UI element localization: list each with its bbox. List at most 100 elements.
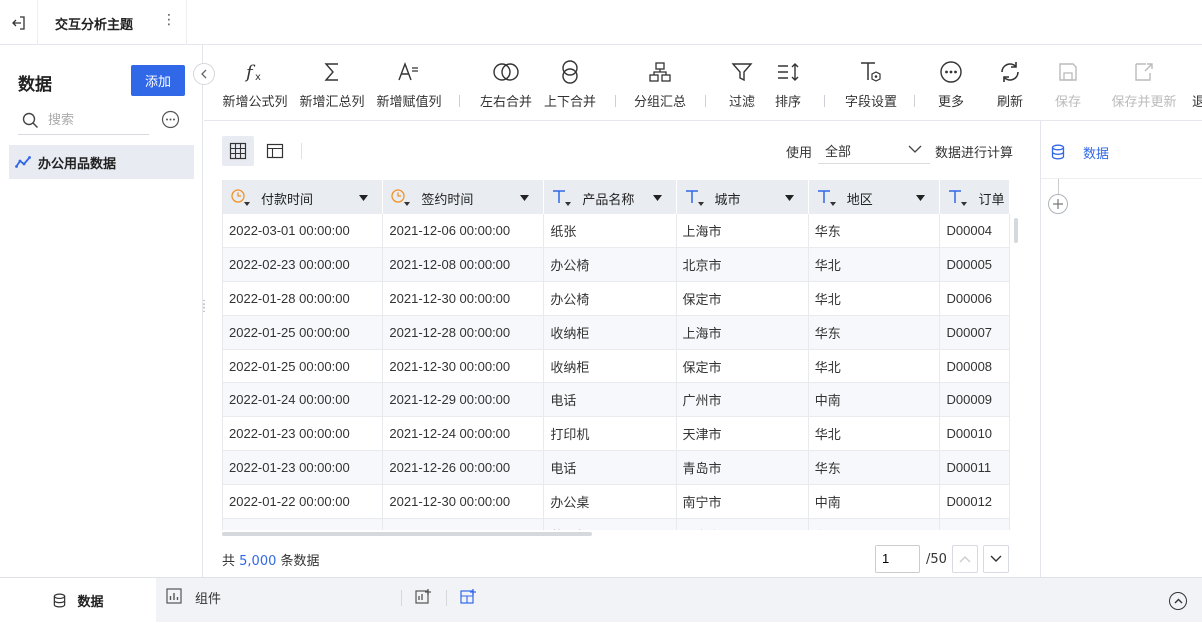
table-cell: D00013 bbox=[939, 518, 1010, 530]
search-icon bbox=[22, 112, 38, 128]
toolbar-label: 保存并更新 bbox=[1111, 95, 1177, 110]
table-cell: 2021-12-29 00:00:00 bbox=[382, 382, 545, 418]
sort-icon bbox=[778, 63, 799, 81]
tab-data[interactable]: 数据 bbox=[0, 578, 156, 623]
table-row[interactable]: 2022-01-23 00:00:00 2021-12-24 00:00:00 打印… bbox=[223, 416, 1010, 452]
step-item-data[interactable]: 数据 bbox=[1041, 121, 1202, 179]
exit-button[interactable] bbox=[0, 0, 38, 45]
table-cell: 2022-03-01 00:00:00 bbox=[223, 214, 384, 249]
add-assign-column-button[interactable]: 新增赋值列 bbox=[374, 57, 444, 117]
group-summary-icon bbox=[649, 62, 671, 82]
table-row[interactable]: 2022-02-23 00:00:00 2021-12-08 00:00:00 办公… bbox=[223, 247, 1010, 283]
exit-toolbar-button[interactable]: 退 bbox=[1192, 57, 1202, 117]
table-row[interactable]: 2022-03-01 00:00:00 2021-12-06 00:00:00 纸张… bbox=[223, 214, 1010, 249]
formula-icon: fx bbox=[244, 62, 261, 83]
table-cell: D00005 bbox=[939, 247, 1010, 283]
refresh-button[interactable]: 刷新 bbox=[989, 57, 1031, 117]
caret-down-icon[interactable] bbox=[359, 195, 369, 201]
add-button[interactable]: 添加 bbox=[131, 65, 185, 96]
table-cell: 2022-01-22 00:00:00 bbox=[223, 484, 384, 519]
column-header[interactable]: 签约时间 bbox=[382, 180, 545, 214]
left-right-merge-button[interactable]: 左右合并 bbox=[476, 57, 536, 117]
svg-text:x: x bbox=[255, 72, 261, 83]
toolbar-label: 排序 bbox=[774, 95, 801, 110]
table-row[interactable]: 2022-01-23 00:00:00 2021-12-26 00:00:00 电话… bbox=[223, 450, 1010, 485]
group-summary-button[interactable]: 分组汇总 bbox=[630, 57, 690, 117]
resize-handle-icon[interactable]: ⋮ ⋮ bbox=[199, 300, 209, 314]
text-type-icon bbox=[553, 190, 572, 206]
filter-button[interactable]: 过滤 bbox=[720, 57, 764, 117]
table-cell: 2022-02-23 00:00:00 bbox=[223, 247, 384, 283]
search-input[interactable] bbox=[48, 110, 146, 130]
table-row[interactable]: 2022-01-22 00:00:002021-12-24 00:00:00装订… bbox=[223, 518, 1010, 530]
caret-down-icon[interactable] bbox=[520, 195, 530, 201]
column-header[interactable]: 订单 bbox=[939, 180, 1010, 214]
toolbar: fx 新增公式列 新增汇总列 新增赋值列 左右合并 上下合并 分组汇总 过滤 排… bbox=[204, 45, 1202, 121]
more-options-icon[interactable] bbox=[161, 110, 180, 129]
header-row: 付款时间 签约时间 产品名称 城市 地区 订单 bbox=[223, 180, 1010, 214]
toolbar-label: 上下合并 bbox=[543, 95, 596, 110]
sort-button[interactable]: 排序 bbox=[766, 57, 810, 117]
table-cell: 北京市 bbox=[676, 518, 809, 530]
table-cell: 华东 bbox=[808, 450, 941, 485]
dataset-item[interactable]: 办公用品数据 bbox=[9, 145, 194, 179]
dataset-label: 办公用品数据 bbox=[38, 156, 117, 172]
table-cell: 2022-01-25 00:00:00 bbox=[223, 315, 384, 350]
add-dashboard-icon[interactable] bbox=[460, 588, 477, 605]
column-header[interactable]: 地区 bbox=[808, 180, 941, 214]
date-type-icon bbox=[231, 189, 250, 206]
toolbar-label: 过滤 bbox=[728, 95, 755, 110]
caret-down-icon[interactable] bbox=[784, 195, 794, 201]
caret-down-icon[interactable] bbox=[916, 195, 926, 201]
caret-down-icon[interactable] bbox=[652, 195, 662, 201]
table-row[interactable]: 2022-01-25 00:00:00 2021-12-28 00:00:00 收纳… bbox=[223, 315, 1010, 350]
table-row[interactable]: 2022-01-22 00:00:00 2021-12-30 00:00:00 办公… bbox=[223, 484, 1010, 519]
table-cell: 办公椅 bbox=[543, 247, 677, 283]
more-button[interactable]: 更多 bbox=[930, 57, 972, 117]
table-cell: 华北 bbox=[808, 247, 941, 283]
column-header[interactable]: 城市 bbox=[676, 180, 809, 214]
toolbar-label: 左右合并 bbox=[479, 95, 532, 110]
up-down-merge-button[interactable]: 上下合并 bbox=[540, 57, 600, 117]
tab-components[interactable]: 组件 bbox=[156, 578, 401, 623]
toolbar-label: 新增赋值列 bbox=[376, 95, 442, 110]
vertical-scrollbar[interactable] bbox=[1014, 218, 1018, 243]
toolbar-separator bbox=[459, 95, 460, 107]
column-header[interactable]: 付款时间 bbox=[223, 180, 384, 214]
table-cell: 华北 bbox=[808, 281, 941, 316]
table-cell: 电话 bbox=[543, 450, 677, 485]
table-cell: D00011 bbox=[939, 450, 1010, 485]
layout-icon bbox=[266, 143, 284, 159]
field-settings-icon bbox=[861, 62, 881, 82]
add-formula-column-button[interactable]: fx 新增公式列 bbox=[220, 57, 290, 117]
column-header[interactable]: 产品名称 bbox=[543, 180, 677, 214]
horizontal-scrollbar[interactable] bbox=[222, 532, 592, 536]
next-page-button[interactable] bbox=[983, 545, 1009, 573]
save-and-update-button[interactable]: 保存并更新 bbox=[1106, 57, 1182, 117]
grid-view-button[interactable] bbox=[222, 136, 254, 166]
layout-view-button[interactable] bbox=[259, 136, 291, 166]
table-cell: 天津市 bbox=[676, 416, 809, 452]
field-settings-button[interactable]: 字段设置 bbox=[838, 57, 904, 117]
column-name: 订单 bbox=[978, 193, 1005, 208]
page-number-input[interactable] bbox=[876, 546, 916, 570]
table-cell: 2021-12-26 00:00:00 bbox=[382, 450, 545, 485]
data-table: 付款时间 签约时间 产品名称 城市 地区 订单 2022-03-01 00:00… bbox=[222, 180, 1010, 530]
table-row[interactable]: 2022-01-28 00:00:00 2021-12-30 00:00:00 办公… bbox=[223, 281, 1010, 316]
prev-page-button[interactable] bbox=[952, 545, 978, 573]
table-cell: 办公桌 bbox=[543, 484, 677, 519]
table-row[interactable]: 2022-01-24 00:00:00 2021-12-29 00:00:00 电话… bbox=[223, 382, 1010, 418]
table-cell: 2021-12-30 00:00:00 bbox=[382, 349, 545, 384]
collapse-panel-button[interactable] bbox=[193, 63, 215, 85]
table-cell: 2022-01-28 00:00:00 bbox=[223, 281, 384, 316]
table-row[interactable]: 2022-01-25 00:00:00 2021-12-30 00:00:00 收纳… bbox=[223, 349, 1010, 384]
table-cell: 广州市 bbox=[676, 382, 809, 418]
table-cell: 打印机 bbox=[543, 416, 677, 452]
data-scope-select[interactable]: 全部 bbox=[818, 136, 930, 164]
add-component-icon[interactable] bbox=[415, 588, 432, 605]
add-summary-column-button[interactable]: 新增汇总列 bbox=[297, 57, 367, 117]
expand-up-button[interactable] bbox=[1169, 592, 1187, 610]
kebab-menu-icon[interactable]: ⋮ bbox=[162, 12, 176, 28]
add-step-button[interactable] bbox=[1048, 194, 1068, 214]
save-button[interactable]: 保存 bbox=[1046, 57, 1090, 117]
